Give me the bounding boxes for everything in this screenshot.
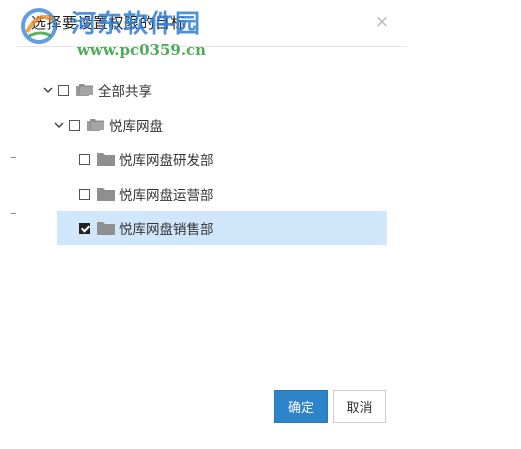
tree-node-sales-dept[interactable]: 悦库网盘销售部 (57, 211, 387, 245)
dialog-title-bar: 选择要设置权限的目标 × (17, 0, 407, 47)
tree-node-ops-dept[interactable]: 悦库网盘运营部 (75, 177, 214, 211)
tree-checkbox-checked[interactable] (79, 222, 90, 234)
tree-checkbox[interactable] (79, 188, 90, 200)
chevron-down-icon[interactable] (42, 84, 54, 96)
tree-node-label: 悦库网盘研发部 (119, 153, 214, 169)
tree-checkbox[interactable] (69, 119, 80, 131)
tree-checkbox[interactable] (58, 84, 69, 96)
multi-folder-icon (76, 84, 93, 96)
background-tick (11, 213, 16, 214)
close-icon[interactable]: × (372, 12, 392, 32)
cancel-button[interactable]: 取消 (333, 390, 386, 423)
tree-node-label: 悦库网盘运营部 (119, 188, 214, 204)
permission-target-dialog: 选择要设置权限的目标 × 河东软件园 www.pc0359.cn 全部共享 悦库… (17, 0, 407, 449)
tree-node-label: 悦库网盘 (109, 119, 163, 135)
confirm-button[interactable]: 确定 (274, 390, 328, 423)
tree-node-label: 全部共享 (98, 84, 152, 100)
chevron-down-icon[interactable] (53, 119, 65, 131)
background-tick (11, 157, 16, 158)
folder-icon (97, 222, 115, 235)
tree-checkbox[interactable] (79, 153, 90, 165)
tree-node-all-shared[interactable]: 全部共享 (42, 73, 152, 107)
tree-node-rnd-dept[interactable]: 悦库网盘研发部 (75, 142, 214, 176)
folder-icon (97, 153, 115, 166)
dialog-title: 选择要设置权限的目标 (31, 14, 187, 32)
tree-node-yueku-disk[interactable]: 悦库网盘 (53, 108, 163, 142)
tree-node-label: 悦库网盘销售部 (119, 222, 214, 238)
multi-folder-icon (87, 119, 104, 131)
folder-icon (97, 188, 115, 201)
